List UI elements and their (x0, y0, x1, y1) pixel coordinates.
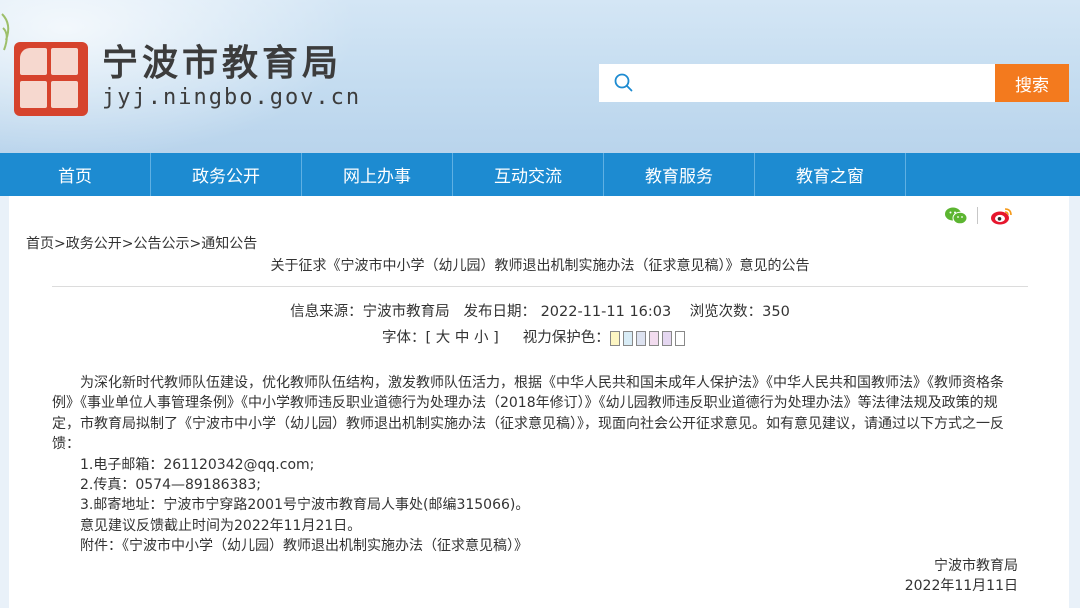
seal-block (20, 48, 47, 75)
nav-item-home[interactable]: 首页 (0, 153, 151, 196)
eye-care-swatch-3[interactable] (635, 330, 646, 346)
article-title: 关于征求《宁波市中小学（幼儿园）教师退出机制实施办法（征求意见稿）》意见的公告 (270, 258, 810, 274)
weibo-share-icon[interactable] (990, 206, 1014, 226)
site-name[interactable]: 宁波市教育局 (102, 44, 342, 84)
signature-date: 2022年11月11日 (904, 578, 1018, 594)
contact-email-line[interactable]: 1.电子邮箱：261120342@qq.com; (52, 455, 1024, 475)
search-icon (614, 73, 633, 92)
title-divider (52, 286, 1028, 287)
breadcrumb[interactable]: 首页>政务公开>公告公示>通知公告 (26, 235, 257, 253)
main-nav: 首页 政务公开 网上办事 互动交流 教育服务 教育之窗 (0, 153, 1080, 196)
nav-item-interaction[interactable]: 互动交流 (453, 153, 604, 196)
share-divider (977, 207, 978, 224)
nav-item-government-affairs[interactable]: 政务公开 (151, 153, 302, 196)
contact-fax-line: 2.传真：0574—89186383; (80, 477, 261, 494)
seal-block (51, 81, 78, 108)
eye-care-swatch-1[interactable] (609, 330, 620, 346)
seal-block (51, 48, 78, 75)
eye-care-swatch-2[interactable] (622, 330, 633, 346)
site-logo-seal[interactable] (14, 42, 88, 116)
seal-block (20, 81, 47, 108)
wechat-share-icon[interactable] (944, 206, 968, 226)
article-body: 为深化新时代教师队伍建设，优化教师队伍结构，激发教师队伍活力，根据《中华人民共和… (52, 373, 1024, 557)
search-box (599, 64, 995, 102)
signature-org: 宁波市教育局 (934, 558, 1018, 574)
eye-care-swatch-5[interactable] (661, 330, 672, 346)
deadline-line: 意见建议反馈截止时间为2022年11月21日。 (80, 517, 362, 534)
nav-item-online-services[interactable]: 网上办事 (302, 153, 453, 196)
reading-options: 字体：[ 大 中 小 ] 视力保护色： (382, 329, 688, 347)
eye-care-label: 视力保护色： (522, 330, 610, 346)
nav-item-education-window[interactable]: 教育之窗 (755, 153, 906, 196)
eye-care-swatch-4[interactable] (648, 330, 659, 346)
article-meta: 信息来源：宁波市教育局 发布日期： 2022-11-11 16:03 浏览次数：… (290, 304, 790, 320)
leaf-decoration-icon (1, 13, 10, 51)
eye-care-swatches (609, 330, 688, 346)
search-button[interactable]: 搜索 (995, 64, 1069, 102)
font-size-selector[interactable]: 字体：[ 大 中 小 ] (382, 329, 499, 347)
site-domain: jyj.ningbo.gov.cn (102, 85, 362, 110)
article-paragraph: 为深化新时代教师队伍建设，优化教师队伍结构，激发教师队伍活力，根据《中华人民共和… (52, 375, 1004, 453)
attachment-link[interactable]: 附件：《宁波市中小学（幼儿园）教师退出机制实施办法（征求意见稿）》 (52, 536, 1024, 556)
contact-address-line: 3.邮寄地址：宁波市宁穿路2001号宁波市教育局人事处(邮编315066)。 (80, 497, 530, 514)
eye-care-swatch-6[interactable] (674, 330, 685, 346)
nav-item-education-services[interactable]: 教育服务 (604, 153, 755, 196)
search-input[interactable] (643, 65, 995, 101)
